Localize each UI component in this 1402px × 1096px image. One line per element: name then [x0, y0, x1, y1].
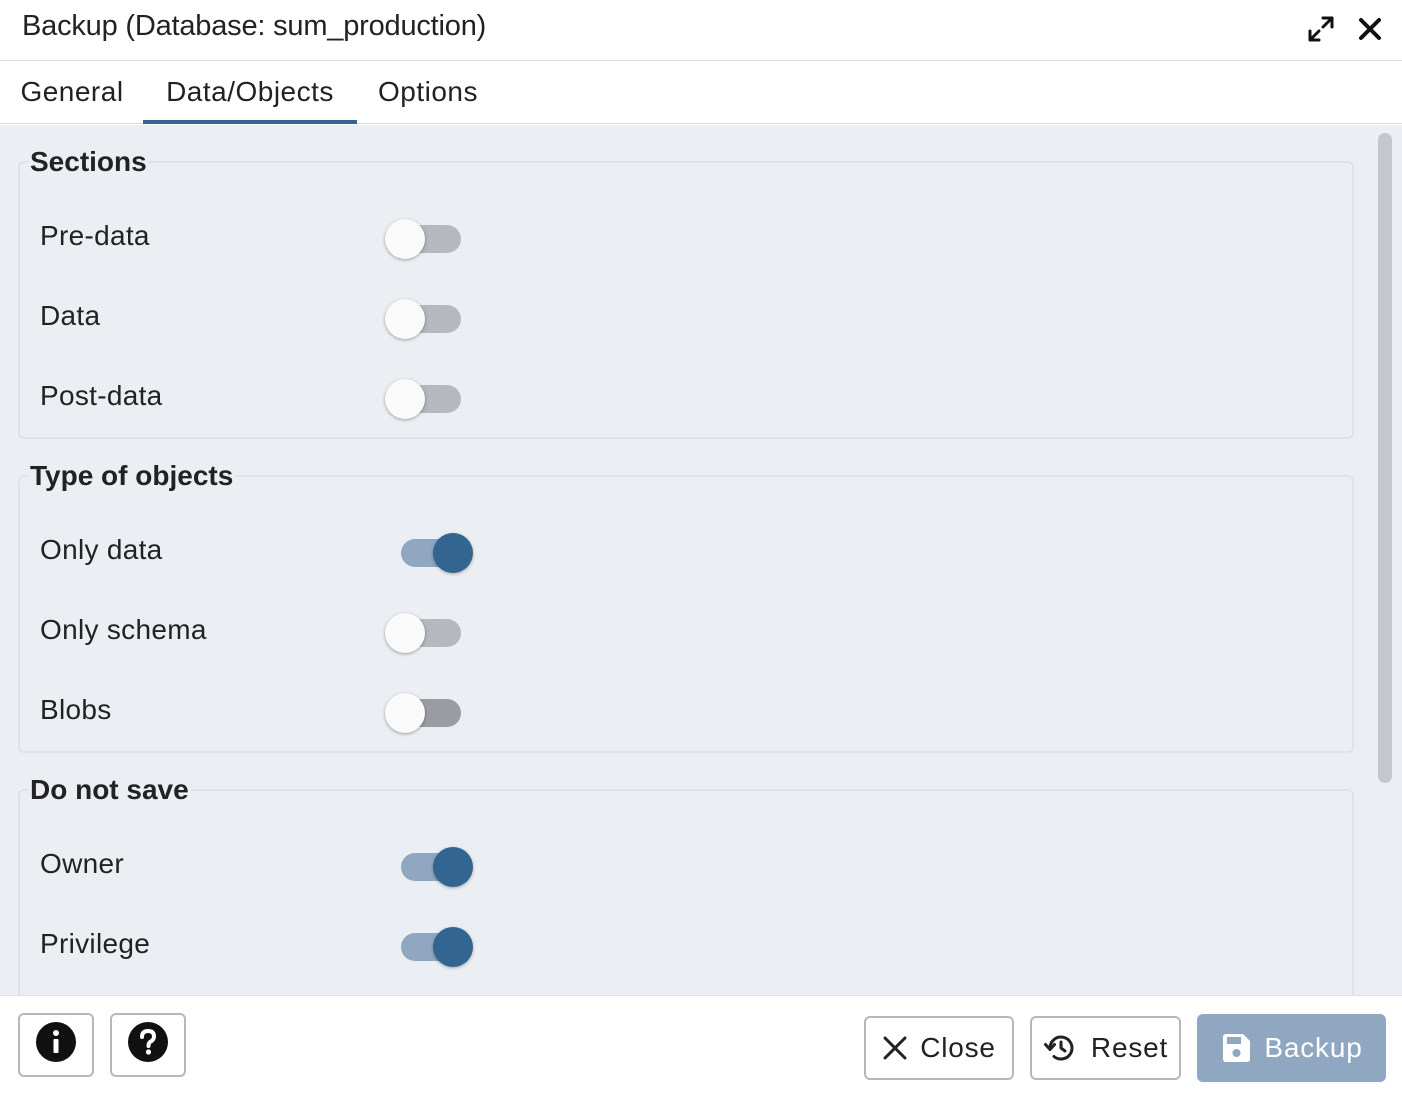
backup-button-label: Backup	[1264, 1032, 1363, 1063]
help-icon	[128, 1021, 168, 1069]
info-icon	[36, 1021, 76, 1069]
dialog-footer: Close Reset Backup	[0, 995, 1402, 1096]
reset-icon	[1043, 1030, 1079, 1066]
only-data-toggle[interactable]	[385, 532, 475, 573]
reset-button[interactable]: Reset	[1030, 1016, 1181, 1080]
dialog-title: Backup (Database: sum_production)	[22, 10, 487, 42]
privilege-toggle[interactable]	[385, 926, 475, 967]
post-data-row: Post-data	[40, 378, 640, 419]
tab-bar: General Data/Objects Options	[0, 62, 1402, 124]
do-not-save-group: Do not save Owner Privilege	[18, 775, 1354, 995]
owner-row: Owner	[40, 846, 640, 887]
blobs-row: Blobs	[40, 692, 640, 733]
only-schema-toggle[interactable]	[385, 612, 475, 653]
dialog-titlebar: Backup (Database: sum_production)	[0, 0, 1402, 61]
pre-data-toggle[interactable]	[385, 218, 475, 259]
close-icon[interactable]	[1353, 12, 1387, 46]
close-icon	[882, 1035, 908, 1061]
privilege-row: Privilege	[40, 926, 640, 967]
reset-button-label: Reset	[1090, 1032, 1169, 1063]
save-icon	[1220, 1032, 1252, 1064]
close-button[interactable]: Close	[864, 1016, 1014, 1080]
owner-label: Owner	[40, 848, 124, 879]
scrollbar-thumb[interactable]	[1378, 133, 1392, 783]
only-schema-row: Only schema	[40, 612, 640, 653]
only-data-label: Only data	[40, 534, 163, 565]
sections-title: Sections	[30, 146, 147, 177]
type-of-objects-group: Type of objects Only data Only schema Bl…	[18, 461, 1354, 753]
tab-options[interactable]: Options	[357, 62, 499, 124]
blobs-toggle[interactable]	[385, 692, 475, 733]
tab-data-objects[interactable]: Data/Objects	[143, 62, 357, 124]
post-data-toggle[interactable]	[385, 378, 475, 419]
privilege-label: Privilege	[40, 928, 151, 959]
close-button-label: Close	[920, 1032, 996, 1063]
backup-button[interactable]: Backup	[1197, 1014, 1386, 1082]
owner-toggle[interactable]	[385, 846, 475, 887]
tab-general[interactable]: General	[2, 62, 142, 124]
blobs-label: Blobs	[40, 694, 112, 725]
do-not-save-title: Do not save	[30, 774, 189, 805]
expand-icon[interactable]	[1304, 12, 1338, 46]
post-data-label: Post-data	[40, 380, 163, 411]
tab-content-panel: Sections Pre-data Data Post-data Type of…	[0, 125, 1402, 995]
data-toggle[interactable]	[385, 298, 475, 339]
type-of-objects-title: Type of objects	[30, 460, 234, 491]
data-row: Data	[40, 298, 640, 339]
help-button[interactable]	[110, 1013, 186, 1077]
only-data-row: Only data	[40, 532, 640, 573]
only-schema-label: Only schema	[40, 614, 207, 645]
data-label: Data	[40, 300, 101, 331]
pre-data-row: Pre-data	[40, 218, 640, 259]
pre-data-label: Pre-data	[40, 220, 150, 251]
info-button[interactable]	[18, 1013, 94, 1077]
sections-group: Sections Pre-data Data Post-data	[18, 147, 1354, 439]
